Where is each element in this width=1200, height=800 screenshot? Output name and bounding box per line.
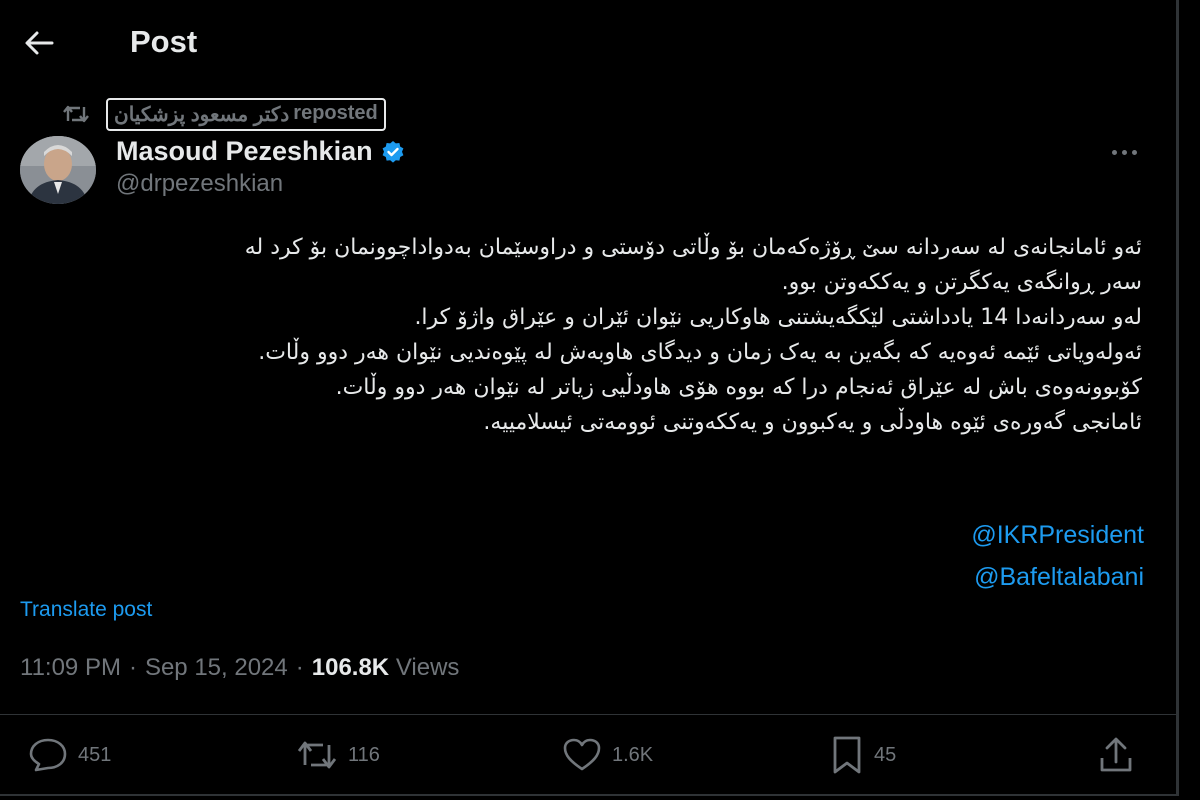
mentions: @IKRPresident @Bafeltalabani — [971, 514, 1144, 598]
more-icon — [1111, 149, 1117, 155]
repost-icon — [297, 741, 337, 769]
meta-separator: · — [295, 654, 304, 681]
post-date[interactable]: Sep 15, 2024 — [145, 654, 288, 682]
repost-attribution[interactable]: دکتر مسعود پزشکیان reposted — [106, 97, 386, 131]
author-name[interactable]: Masoud Pezeshkian — [116, 136, 405, 167]
reply-icon — [29, 738, 67, 772]
bookmark-icon — [833, 736, 861, 774]
author-name-text: Masoud Pezeshkian — [116, 136, 373, 166]
reposted-label: reposted — [293, 101, 378, 124]
views-label: Views — [395, 654, 460, 681]
like-count: 1.6K — [612, 743, 654, 766]
avatar[interactable] — [20, 136, 96, 204]
action-bar: 451 116 1.6K 45 — [0, 730, 1176, 780]
meta-separator: · — [128, 654, 137, 681]
mention-link[interactable]: @Bafeltalabani — [971, 556, 1144, 598]
arrow-left-icon — [25, 31, 54, 55]
repost-button[interactable]: 116 — [296, 730, 380, 780]
post-time[interactable]: 11:09 PM — [20, 654, 121, 682]
reposter-name: دکتر مسعود پزشکیان — [114, 103, 290, 126]
bookmark-button[interactable]: 45 — [830, 730, 896, 780]
author-handle[interactable]: @drpezeshkian — [116, 170, 283, 198]
divider — [0, 714, 1176, 715]
views-count: 106.8K — [311, 654, 390, 681]
header: Post — [0, 0, 1176, 86]
repost-count: 116 — [348, 743, 380, 766]
post-text: ئەو ئامانجانەی لە سەردانە سێ ڕۆژەکەمان ب… — [20, 230, 1142, 440]
post-line: لەو سەردانەدا 14 یادداشتی لێکگەیشتنی هاو… — [414, 305, 1142, 330]
verified-badge-icon — [382, 140, 403, 163]
reply-count: 451 — [78, 743, 112, 766]
post-line: سەر ڕوانگەی یەکگرتن و یەککەوتن بوو. — [781, 270, 1142, 295]
back-button[interactable] — [18, 22, 60, 64]
more-button[interactable] — [1104, 140, 1144, 164]
post-line: ئامانجی گەورەی ئێوە هاودڵی و یەکبوون و ی… — [483, 410, 1142, 435]
reply-button[interactable]: 451 — [28, 730, 111, 780]
post-line: ئەولەویاتی ئێمە ئەوەیە کە بگەین بە یەک ز… — [258, 340, 1142, 365]
repost-icon — [62, 102, 92, 126]
share-button[interactable] — [1098, 730, 1134, 780]
heart-icon — [563, 738, 601, 771]
share-icon — [1100, 737, 1132, 772]
page-title: Post — [130, 24, 198, 59]
repost-indicator: دکتر مسعود پزشکیان reposted — [62, 97, 386, 131]
post-line: ئەو ئامانجانەی لە سەردانە سێ ڕۆژەکەمان ب… — [244, 235, 1142, 260]
post-meta: 11:09 PM · Sep 15, 2024 · 106.8K Views — [20, 654, 459, 682]
translate-post-link[interactable]: Translate post — [20, 598, 152, 622]
mention-link[interactable]: @IKRPresident — [971, 514, 1144, 556]
like-button[interactable]: 1.6K — [562, 730, 653, 780]
bookmark-count: 45 — [874, 743, 897, 766]
post-line: کۆبوونەوەی باش لە عێراق ئەنجام درا کە بو… — [335, 375, 1142, 400]
